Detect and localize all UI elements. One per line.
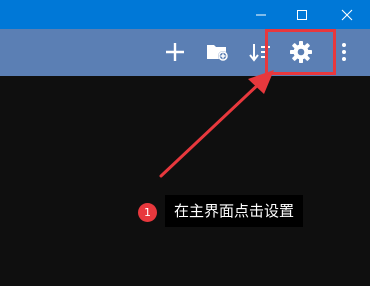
more-options-button[interactable] — [329, 37, 359, 67]
minimize-button[interactable] — [238, 0, 284, 29]
title-bar — [0, 0, 370, 29]
add-folder-button[interactable] — [202, 37, 232, 67]
gear-icon — [289, 40, 313, 64]
sort-icon — [248, 41, 272, 63]
instruction-callout: 在主界面点击设置 — [165, 195, 304, 227]
app-window: 1 在主界面点击设置 — [0, 0, 370, 286]
step-number-badge: 1 — [138, 203, 157, 222]
close-button[interactable] — [324, 0, 370, 29]
plus-icon — [164, 41, 186, 63]
add-button[interactable] — [160, 37, 190, 67]
close-icon — [341, 9, 353, 21]
maximize-icon — [296, 9, 308, 21]
app-toolbar — [0, 29, 370, 76]
settings-button[interactable] — [286, 37, 316, 67]
more-vertical-icon — [340, 41, 348, 63]
minimize-icon — [255, 9, 267, 21]
add-folder-icon — [205, 41, 229, 63]
main-content-area — [0, 76, 370, 286]
maximize-button[interactable] — [279, 0, 325, 29]
sort-button[interactable] — [245, 37, 275, 67]
